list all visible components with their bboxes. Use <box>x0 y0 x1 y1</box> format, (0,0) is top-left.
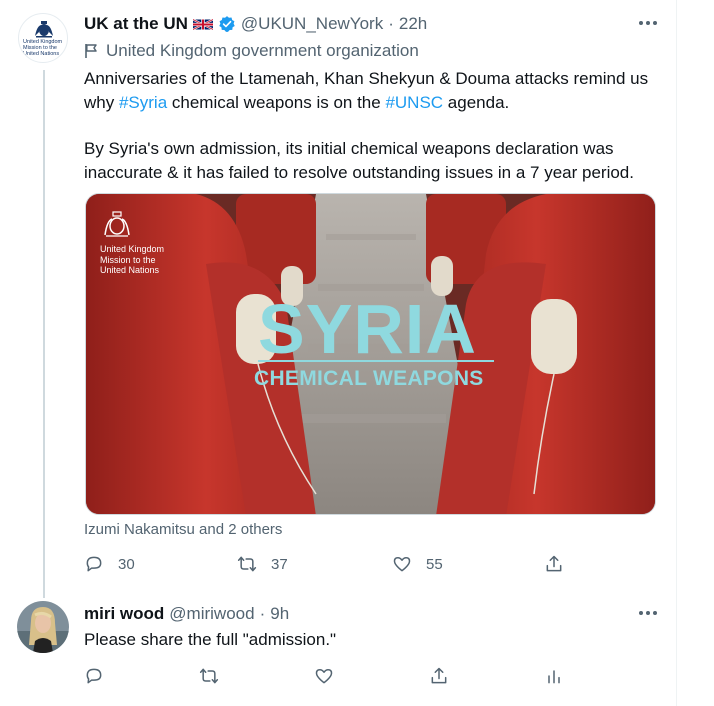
tweet-paragraph-2: By Syria's own admission, its initial ch… <box>84 139 634 182</box>
tweet-timestamp[interactable]: 22h <box>399 14 427 34</box>
uk-flag-icon <box>192 18 213 30</box>
media-brand-caption: United Kingdom Mission to the United Nat… <box>100 244 165 275</box>
media-subheadline: CHEMICAL WEAPONS <box>254 367 484 390</box>
user-photo <box>17 601 69 653</box>
display-name[interactable]: UK at the UN <box>84 14 188 34</box>
reply-header: miri wood @miriwood · 9h <box>84 603 289 625</box>
thread-connector-line <box>43 70 45 598</box>
reply-timestamp[interactable]: 9h <box>270 604 289 624</box>
retweet-action[interactable]: 37 <box>237 551 288 577</box>
hashtag-syria[interactable]: #Syria <box>119 93 167 112</box>
hashtag-unsc[interactable]: #UNSC <box>385 93 443 112</box>
avatar-miri-wood[interactable] <box>17 601 69 653</box>
reply-user-handle[interactable]: @miriwood <box>169 604 254 624</box>
media-headline-rule <box>258 360 494 362</box>
share-icon[interactable] <box>429 666 449 686</box>
like-icon <box>393 557 411 572</box>
column-divider <box>676 0 677 706</box>
reply-icon <box>86 556 102 572</box>
retweet-count: 37 <box>271 555 288 573</box>
reply-display-name[interactable]: miri wood <box>84 604 164 624</box>
media-headline: SYRIA <box>258 290 477 368</box>
tagged-users[interactable]: Izumi Nakamitsu and 2 others <box>84 521 282 538</box>
brand-crest-icon <box>104 211 130 237</box>
like-action[interactable]: 55 <box>392 551 443 577</box>
government-label-text: United Kingdom government organization <box>106 41 419 60</box>
tweet-paragraph-1: Anniversaries of the Ltamenah, Khan Shek… <box>84 67 664 114</box>
government-flag-icon <box>85 44 97 58</box>
header-separator: · <box>388 14 394 33</box>
tweet-header: UK at the UN @UKUN_NewYork · 22h <box>84 13 427 35</box>
reply-action[interactable]: 30 <box>84 551 135 577</box>
government-label[interactable]: United Kingdom government organization <box>84 40 419 62</box>
verified-icon <box>219 16 235 32</box>
reply-header-separator: · <box>259 604 266 623</box>
retweet-icon[interactable] <box>199 666 219 686</box>
tweet-text-segment: agenda. <box>443 92 510 112</box>
tweet-text-segment: chemical weapons is on the <box>167 92 386 112</box>
user-handle[interactable]: @UKUN_NewYork <box>241 14 383 34</box>
analytics-icon[interactable] <box>544 666 564 686</box>
share-action[interactable] <box>544 551 564 577</box>
reply-body: Please share the full "admission." <box>84 630 337 649</box>
like-count: 55 <box>426 555 443 573</box>
retweet-icon <box>237 556 257 572</box>
royal-crest-icon <box>35 21 53 38</box>
like-icon[interactable] <box>314 666 334 686</box>
tweet-body: Anniversaries of the Ltamenah, Khan Shek… <box>84 67 664 184</box>
reply-more-options-icon[interactable] <box>636 602 660 624</box>
avatar-uk-mission[interactable]: United Kingdom Mission to the United Nat… <box>18 13 68 63</box>
share-icon <box>546 555 562 572</box>
tweet-media-image[interactable]: United Kingdom Mission to the United Nat… <box>85 193 656 515</box>
more-options-icon[interactable] <box>636 12 660 34</box>
reply-count: 30 <box>118 555 135 573</box>
avatar-caption: United Kingdom Mission to the United Nat… <box>23 39 63 57</box>
reply-icon[interactable] <box>84 666 104 686</box>
